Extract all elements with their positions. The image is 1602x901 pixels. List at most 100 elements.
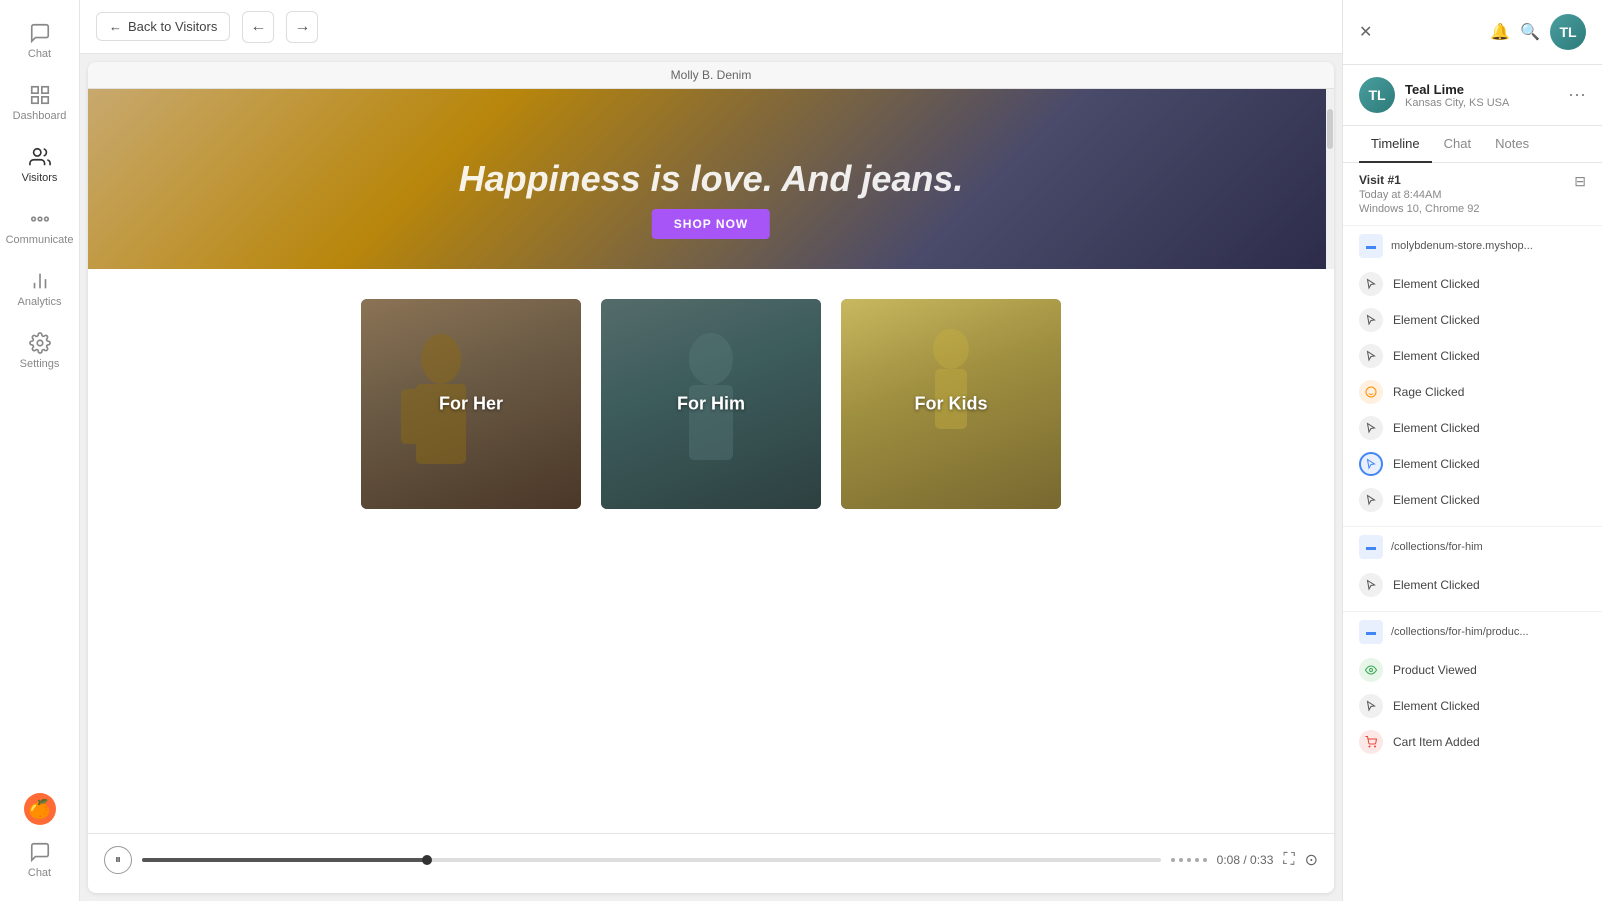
click-icon-2 — [1359, 308, 1383, 332]
click-icon-5 — [1359, 416, 1383, 440]
visit-info: Visit #1 Today at 8:44AM Windows 10, Chr… — [1359, 173, 1479, 215]
marker-dot-3 — [1187, 858, 1191, 862]
event-group-2: Element Clicked — [1343, 567, 1602, 611]
page-icon-3: ▬ — [1359, 620, 1383, 644]
page-url-row-2: ▬ /collections/for-him — [1343, 526, 1602, 567]
site-content: Happiness is love. And jeans. SHOP NOW — [88, 89, 1334, 833]
prev-arrow-icon: ← — [250, 18, 266, 36]
next-nav-button[interactable]: → — [286, 11, 318, 43]
collection-card-for-kids[interactable]: For Kids — [841, 299, 1061, 509]
sidebar-item-settings[interactable]: Settings — [5, 322, 75, 380]
settings-playback-button[interactable]: ⊙ — [1305, 850, 1318, 870]
click-icon-p3-2 — [1359, 694, 1383, 718]
page-url-3: /collections/for-him/produc... — [1391, 626, 1529, 638]
fullscreen-button[interactable]: ⛶ — [1283, 851, 1294, 869]
sidebar-item-chat[interactable]: Chat — [5, 12, 75, 70]
scrollbar-thumb — [1327, 109, 1333, 149]
visit-date: Today at 8:44AM — [1359, 189, 1479, 201]
tab-chat[interactable]: Chat — [1432, 126, 1483, 163]
event-3-1: Product Viewed — [1359, 652, 1586, 688]
page-url-row-1: ▬ molybdenum-store.myshop... — [1343, 225, 1602, 266]
collection-card-for-him[interactable]: For Him — [601, 299, 821, 509]
notification-icon[interactable]: 🔔 — [1490, 22, 1510, 42]
event-label-1-3: Element Clicked — [1393, 349, 1480, 363]
event-label-1-2: Element Clicked — [1393, 313, 1480, 327]
browser-content: Happiness is love. And jeans. SHOP NOW — [88, 89, 1334, 893]
event-group-1: Element Clicked Element Clicked Element … — [1343, 266, 1602, 526]
scrollbar[interactable] — [1326, 89, 1334, 269]
next-arrow-icon: → — [294, 18, 310, 36]
page-icon-2: ▬ — [1359, 535, 1383, 559]
panel-visitor-avatar: TL — [1550, 14, 1586, 50]
marker-dot-2 — [1179, 858, 1183, 862]
event-3-2: Element Clicked — [1359, 688, 1586, 724]
event-label-1-6: Element Clicked — [1393, 457, 1480, 471]
visitor-details: Teal Lime Kansas City, KS USA — [1405, 82, 1509, 109]
sidebar-item-visitors[interactable]: Visitors — [5, 136, 75, 194]
back-to-visitors-button[interactable]: ← Back to Visitors — [96, 12, 230, 41]
card-label-for-her: For Her — [439, 394, 503, 415]
back-arrow-icon: ← — [109, 19, 122, 34]
browser-title: Molly B. Denim — [88, 62, 1334, 89]
playback-bar: ⏸ 0:08 / 0:33 ⛶ ⊙ — [88, 833, 1334, 885]
pause-button[interactable]: ⏸ — [104, 846, 132, 874]
hero-section: Happiness is love. And jeans. SHOP NOW — [88, 89, 1334, 269]
search-panel-icon[interactable]: 🔍 — [1520, 22, 1540, 42]
sidebar-item-chat-bottom[interactable]: Chat — [5, 831, 75, 889]
sidebar-item-analytics[interactable]: Analytics — [5, 260, 75, 318]
event-1-7: Element Clicked — [1359, 482, 1586, 518]
timeline-progress — [142, 858, 427, 862]
cart-icon — [1359, 730, 1383, 754]
event-group-3: Product Viewed Element Clicked Cart Item… — [1343, 652, 1602, 768]
topbar: ← Back to Visitors ← → — [80, 0, 1342, 54]
time-display: 0:08 / 0:33 — [1217, 853, 1274, 867]
event-1-1: Element Clicked — [1359, 266, 1586, 302]
click-icon-7 — [1359, 488, 1383, 512]
event-1-2: Element Clicked — [1359, 302, 1586, 338]
page-url-row-3: ▬ /collections/for-him/produc... — [1343, 611, 1602, 652]
event-label-1-5: Element Clicked — [1393, 421, 1480, 435]
panel-tabs: Timeline Chat Notes — [1343, 126, 1602, 163]
visitor-more-button[interactable]: ⋯ — [1568, 85, 1586, 106]
timeline-markers — [1171, 858, 1207, 862]
click-icon-p2-1 — [1359, 573, 1383, 597]
collections-section: For Her For Him — [88, 269, 1334, 539]
eye-icon — [1359, 658, 1383, 682]
event-1-3: Element Clicked — [1359, 338, 1586, 374]
event-label-3-2: Element Clicked — [1393, 699, 1480, 713]
shop-now-button[interactable]: SHOP NOW — [652, 209, 770, 239]
timeline-content: Visit #1 Today at 8:44AM Windows 10, Chr… — [1343, 163, 1602, 901]
event-3-3: Cart Item Added — [1359, 724, 1586, 760]
hero-text: Happiness is love. And jeans. — [459, 158, 964, 200]
event-1-6: Element Clicked — [1359, 446, 1586, 482]
event-1-4: Rage Clicked — [1359, 374, 1586, 410]
click-icon-3 — [1359, 344, 1383, 368]
panel-header-icons: 🔔 🔍 TL — [1490, 14, 1586, 50]
visitor-avatar-main: TL — [1359, 77, 1395, 113]
right-panel: ✕ 🔔 🔍 TL TL Teal Lime Kansas City, KS US… — [1342, 0, 1602, 901]
main-area: ← Back to Visitors ← → Molly B. Denim Ha… — [80, 0, 1342, 901]
event-1-5: Element Clicked — [1359, 410, 1586, 446]
tab-notes[interactable]: Notes — [1483, 126, 1541, 163]
click-active-icon — [1359, 452, 1383, 476]
user-avatar-fruit: 🍊 — [24, 793, 56, 825]
visit-os: Windows 10, Chrome 92 — [1359, 203, 1479, 215]
close-panel-button[interactable]: ✕ — [1359, 22, 1372, 42]
pause-icon: ⏸ — [115, 852, 121, 867]
collection-card-for-her[interactable]: For Her — [361, 299, 581, 509]
prev-nav-button[interactable]: ← — [242, 11, 274, 43]
browser-frame: Molly B. Denim Happiness is love. And je… — [88, 62, 1334, 893]
card-label-for-kids: For Kids — [914, 394, 987, 415]
event-label-3-3: Cart Item Added — [1393, 735, 1480, 749]
filter-button[interactable]: ⊟ — [1574, 173, 1586, 190]
sidebar-item-communicate[interactable]: Communicate — [5, 198, 75, 256]
page-icon-1: ▬ — [1359, 234, 1383, 258]
timeline-track[interactable] — [142, 858, 1161, 862]
panel-header: ✕ 🔔 🔍 TL — [1343, 0, 1602, 65]
event-label-2-1: Element Clicked — [1393, 578, 1480, 592]
marker-dot-4 — [1195, 858, 1199, 862]
tab-timeline[interactable]: Timeline — [1359, 126, 1432, 163]
sidebar-item-dashboard[interactable]: Dashboard — [5, 74, 75, 132]
visitor-name: Teal Lime — [1405, 82, 1509, 97]
visitor-location: Kansas City, KS USA — [1405, 97, 1509, 109]
